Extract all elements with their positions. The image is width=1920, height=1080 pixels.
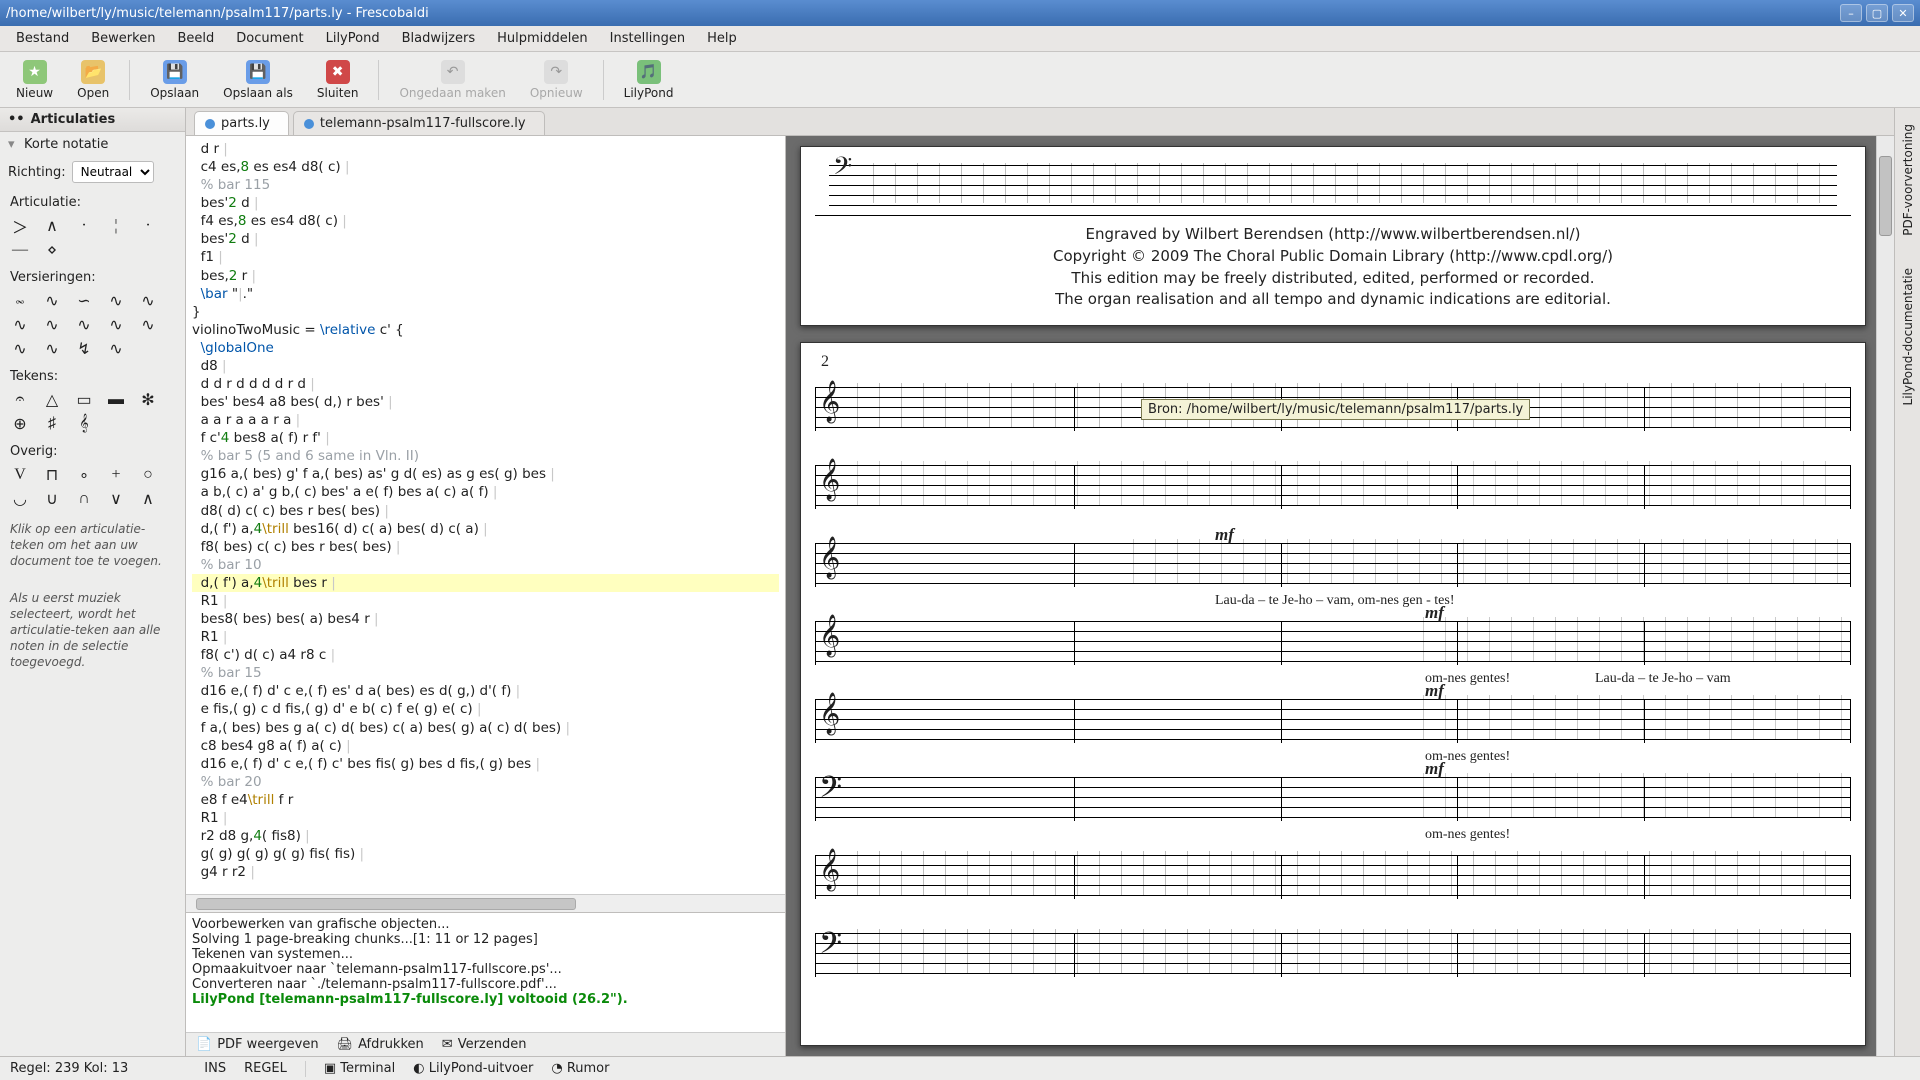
print-button[interactable]: 🖨 Afdrukken [337,1037,424,1052]
lilypond-docs-tab[interactable]: LilyPond-documentatie [1899,258,1917,415]
source-tooltip: Bron: /home/wilbert/ly/music/telemann/ps… [1141,399,1530,420]
lilypond-button[interactable]: 🎵LilyPond [614,58,684,102]
window-title: /home/wilbert/ly/music/telemann/psalm117… [6,6,429,21]
open-button[interactable]: 📂Open [67,58,119,102]
menu-lilypond[interactable]: LilyPond [316,28,390,49]
menu-instellingen[interactable]: Instellingen [600,28,696,49]
articulatie-label: Articulatie: [0,187,185,214]
log-panel[interactable]: Voorbewerken van grafische objecten...So… [186,912,785,1032]
file-tabs: parts.ly telemann-psalm117-fullscore.ly [186,108,1894,136]
log-actions: 📄 PDF weergeven 🖨 Afdrukken ✉ Verzenden [186,1032,785,1056]
menu-help[interactable]: Help [697,28,747,49]
cursor-position: Regel: 239 Kol: 13 [10,1061,128,1076]
articulation-glyphs[interactable]: ＞∧·¦· [0,214,185,238]
richting-select[interactable]: Neutraal [72,161,154,183]
korte-notatie-item[interactable]: Korte notatie [0,132,185,157]
toolbar: ★Nieuw 📂Open 💾Opslaan 💾Opslaan als ✖Slui… [0,52,1920,108]
code-editor[interactable]: d r | c4 es,8 es es4 d8( c) | % bar 115 … [186,136,785,894]
insert-mode: INS [204,1061,226,1076]
close-file-button[interactable]: ✖Sluiten [307,58,369,102]
tab-parts[interactable]: parts.ly [194,111,289,135]
menu-hulpmiddelen[interactable]: Hulpmiddelen [487,28,598,49]
redo-button[interactable]: ↷Opnieuw [520,58,593,102]
send-button[interactable]: ✉ Verzenden [442,1037,527,1052]
lyric-line: Lau-da – te Je-ho – vam, om-nes gen - te… [1215,593,1851,609]
new-button[interactable]: ★Nieuw [6,58,63,102]
menu-bewerken[interactable]: Bewerken [81,28,165,49]
overig-label: Overig: [0,436,185,463]
preview-page-1-bottom: 𝄢 Engraved by Wilbert Berendsen (http://… [800,146,1866,326]
panel-title: ••Articulaties [0,108,185,132]
modified-dot-icon [205,119,215,129]
menu-document[interactable]: Document [226,28,313,49]
menu-bladwijzers[interactable]: Bladwijzers [392,28,486,49]
menu-beeld[interactable]: Beeld [167,28,224,49]
modified-dot-icon [304,119,314,129]
preview-page-2: 2 Bron: /home/wilbert/ly/music/telemann/… [800,342,1866,1046]
close-button[interactable]: ✕ [1892,4,1914,22]
page-number: 2 [815,349,1851,377]
title-bar: /home/wilbert/ly/music/telemann/psalm117… [0,0,1920,26]
undo-button[interactable]: ↶Ongedaan maken [389,58,515,102]
minimize-button[interactable]: – [1840,4,1862,22]
pdf-preview-tab[interactable]: PDF-voorvertoning [1899,114,1917,246]
pdf-preview[interactable]: 𝄢 Engraved by Wilbert Berendsen (http://… [786,136,1894,1056]
pdf-show-button[interactable]: 📄 PDF weergeven [196,1037,319,1052]
maximize-button[interactable]: ▢ [1866,4,1888,22]
richting-label: Richting: [8,165,66,180]
tekens-label: Tekens: [0,361,185,388]
tab-fullscore[interactable]: telemann-psalm117-fullscore.ly [293,111,545,135]
menu-bar: Bestand Bewerken Beeld Document LilyPond… [0,26,1920,52]
rumor-tab[interactable]: ◔ Rumor [551,1061,609,1076]
right-dock-tabs: PDF-voorvertoning LilyPond-documentatie [1894,108,1920,1056]
hint-2: Als u eerst muziek selecteert, wordt het… [0,580,185,681]
preview-vscroll[interactable] [1876,136,1894,1056]
articulations-panel: ••Articulaties Korte notatie Richting: N… [0,108,186,1056]
line-mode: REGEL [244,1061,287,1076]
hint-1: Klik op een articulatie-teken om het aan… [0,511,185,580]
versieringen-label: Versieringen: [0,262,185,289]
terminal-tab[interactable]: ▣ Terminal [324,1061,395,1076]
status-bar: Regel: 239 Kol: 13 INS REGEL ▣ Terminal … [0,1056,1920,1080]
menu-bestand[interactable]: Bestand [6,28,79,49]
editor-hscroll[interactable] [186,894,785,912]
lilypond-output-tab[interactable]: ◐ LilyPond-uitvoer [413,1061,533,1076]
save-as-button[interactable]: 💾Opslaan als [213,58,303,102]
credits-block: Engraved by Wilbert Berendsen (http://ww… [815,216,1851,311]
save-button[interactable]: 💾Opslaan [140,58,209,102]
